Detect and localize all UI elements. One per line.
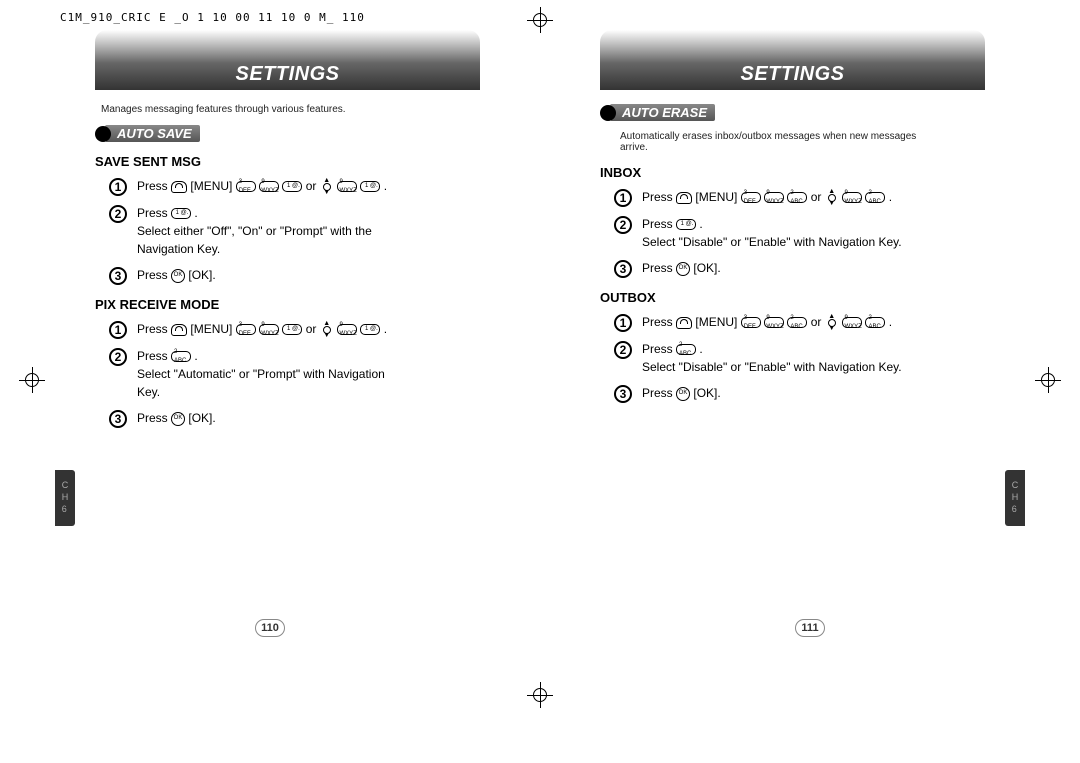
page-title: Settings bbox=[740, 63, 844, 86]
page-right: Settings Auto Erase Automatically erases… bbox=[540, 30, 1080, 763]
left-soft-key-icon bbox=[676, 317, 692, 329]
step-number: 1 bbox=[109, 178, 127, 196]
key-3-icon: 3 DEF bbox=[741, 192, 761, 203]
step-text: Press [MENU] 3 DEF 9 WXYZ 1 @. or ▲▼ 9 W… bbox=[137, 177, 397, 195]
key-9-icon: 9 WXYZ bbox=[764, 317, 784, 328]
step-row: 3 Press OK [OK]. bbox=[109, 266, 480, 285]
print-header-line: C1M_910_CRIC E _O 1 10 00 11 10 0 M_ 110 bbox=[60, 11, 365, 24]
nav-key-icon: ▲▼ bbox=[825, 190, 839, 206]
step-row: 2 Press 1 @. . Select "Disable" or "Enab… bbox=[614, 215, 985, 251]
step-text: Press [MENU] 3 DEF 9 WXYZ 2 ABC or ▲▼ 9 … bbox=[642, 313, 902, 331]
key-1-icon: 1 @. bbox=[282, 181, 302, 192]
step-row: 3 Press OK [OK]. bbox=[109, 409, 480, 428]
bullet-icon bbox=[600, 105, 616, 121]
subheading-save-sent: SAVE SENT MSG bbox=[95, 154, 480, 169]
step-row: 2 Press 2 ABC . Select "Automatic" or "P… bbox=[109, 347, 480, 401]
key-1-icon: 1 @. bbox=[360, 181, 380, 192]
intro-text: Automatically erases inbox/outbox messag… bbox=[620, 131, 940, 153]
key-2-icon: 2 ABC bbox=[676, 344, 696, 355]
step-row: 3 Press OK [OK]. bbox=[614, 384, 985, 403]
key-9-icon: 9 WXYZ bbox=[842, 192, 862, 203]
page-title: Settings bbox=[235, 63, 339, 86]
key-2-icon: 2 ABC bbox=[865, 317, 885, 328]
nav-key-icon: ▲▼ bbox=[320, 179, 334, 195]
step-number: 1 bbox=[109, 321, 127, 339]
ok-key-icon: OK bbox=[676, 262, 690, 276]
page-left: Settings Manages messaging features thro… bbox=[0, 30, 540, 763]
key-1-icon: 1 @. bbox=[360, 324, 380, 335]
step-text: Press [MENU] 3 DEF 9 WXYZ 2 ABC or ▲▼ 9 … bbox=[642, 188, 902, 206]
step-row: 1 Press [MENU] 3 DEF 9 WXYZ 1 @. or ▲▼ 9… bbox=[109, 177, 480, 196]
bullet-icon bbox=[95, 126, 111, 142]
nav-key-icon: ▲▼ bbox=[825, 315, 839, 331]
key-3-icon: 3 DEF bbox=[741, 317, 761, 328]
step-number: 3 bbox=[109, 267, 127, 285]
key-9-icon: 9 WXYZ bbox=[259, 181, 279, 192]
step-number: 2 bbox=[614, 216, 632, 234]
step-text: Press 1 @. . Select "Disable" or "Enable… bbox=[642, 215, 902, 251]
step-number: 3 bbox=[614, 385, 632, 403]
key-3-icon: 3 DEF bbox=[236, 324, 256, 335]
page-header-right: Settings bbox=[600, 30, 985, 90]
step-text: Press OK [OK]. bbox=[137, 409, 397, 427]
page-header-left: Settings bbox=[95, 30, 480, 90]
step-number: 3 bbox=[109, 410, 127, 428]
step-text: Press OK [OK]. bbox=[642, 259, 902, 277]
key-1-icon: 1 @. bbox=[171, 208, 191, 219]
step-number: 2 bbox=[614, 341, 632, 359]
step-text: Press 2 ABC . Select "Automatic" or "Pro… bbox=[137, 347, 397, 401]
section-auto-erase: Auto Erase bbox=[600, 104, 985, 121]
key-1-icon: 1 @. bbox=[282, 324, 302, 335]
key-9-icon: 9 WXYZ bbox=[842, 317, 862, 328]
chapter-tab: C H 6 bbox=[1005, 470, 1025, 526]
step-row: 1 Press [MENU] 3 DEF 9 WXYZ 2 ABC or ▲▼ … bbox=[614, 188, 985, 207]
step-number: 1 bbox=[614, 314, 632, 332]
key-2-icon: 2 ABC bbox=[865, 192, 885, 203]
key-2-icon: 2 ABC bbox=[787, 192, 807, 203]
registration-mark-top bbox=[530, 10, 550, 30]
ok-key-icon: OK bbox=[171, 412, 185, 426]
step-number: 2 bbox=[109, 205, 127, 223]
step-number: 3 bbox=[614, 260, 632, 278]
step-number: 2 bbox=[109, 348, 127, 366]
left-soft-key-icon bbox=[171, 324, 187, 336]
section-auto-save: Auto Save bbox=[95, 125, 480, 142]
step-row: 2 Press 1 @. . Select either "Off", "On"… bbox=[109, 204, 480, 258]
key-2-icon: 2 ABC bbox=[787, 317, 807, 328]
step-row: 3 Press OK [OK]. bbox=[614, 259, 985, 278]
section-label: Auto Erase bbox=[610, 104, 715, 121]
step-row: 1 Press [MENU] 3 DEF 9 WXYZ 1 @. or ▲▼ 9… bbox=[109, 320, 480, 339]
ok-key-icon: OK bbox=[171, 269, 185, 283]
subheading-outbox: OUTBOX bbox=[600, 290, 985, 305]
intro-text: Manages messaging features through vario… bbox=[101, 104, 480, 115]
page-number: 110 bbox=[255, 619, 285, 637]
key-9-icon: 9 WXYZ bbox=[337, 324, 357, 335]
step-text: Press OK [OK]. bbox=[137, 266, 397, 284]
step-number: 1 bbox=[614, 189, 632, 207]
key-3-icon: 3 DEF bbox=[236, 181, 256, 192]
key-1-icon: 1 @. bbox=[676, 219, 696, 230]
key-9-icon: 9 WXYZ bbox=[764, 192, 784, 203]
step-row: 2 Press 2 ABC . Select "Disable" or "Ena… bbox=[614, 340, 985, 376]
key-2-icon: 2 ABC bbox=[171, 351, 191, 362]
key-9-icon: 9 WXYZ bbox=[337, 181, 357, 192]
subheading-pix-receive: PIX RECEIVE MODE bbox=[95, 297, 480, 312]
chapter-tab: C H 6 bbox=[55, 470, 75, 526]
step-text: Press [MENU] 3 DEF 9 WXYZ 1 @. or ▲▼ 9 W… bbox=[137, 320, 397, 338]
left-soft-key-icon bbox=[171, 181, 187, 193]
step-text: Press 2 ABC . Select "Disable" or "Enabl… bbox=[642, 340, 902, 376]
key-9-icon: 9 WXYZ bbox=[259, 324, 279, 335]
subheading-inbox: INBOX bbox=[600, 165, 985, 180]
section-label: Auto Save bbox=[105, 125, 200, 142]
left-soft-key-icon bbox=[676, 192, 692, 204]
step-row: 1 Press [MENU] 3 DEF 9 WXYZ 2 ABC or ▲▼ … bbox=[614, 313, 985, 332]
nav-key-icon: ▲▼ bbox=[320, 322, 334, 338]
step-text: Press OK [OK]. bbox=[642, 384, 902, 402]
page-number: 111 bbox=[795, 619, 825, 637]
ok-key-icon: OK bbox=[676, 387, 690, 401]
step-text: Press 1 @. . Select either "Off", "On" o… bbox=[137, 204, 397, 258]
